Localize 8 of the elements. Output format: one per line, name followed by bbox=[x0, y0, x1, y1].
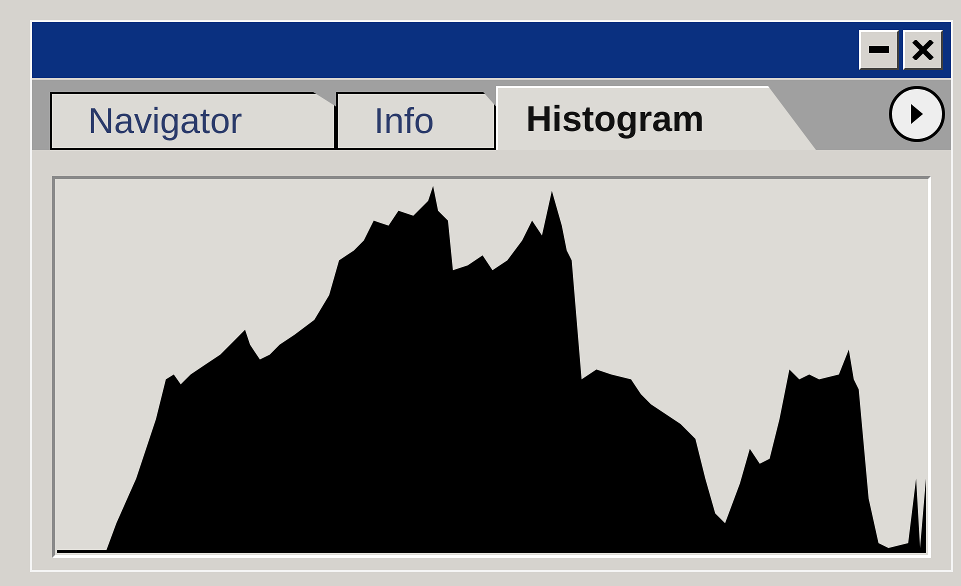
minimize-icon bbox=[869, 46, 889, 54]
close-icon bbox=[912, 40, 934, 60]
minimize-button[interactable] bbox=[859, 30, 899, 70]
tab[interactable]: Info bbox=[336, 92, 496, 150]
tab[interactable]: Navigator bbox=[50, 92, 336, 150]
tab[interactable]: Histogram bbox=[496, 86, 816, 150]
play-icon bbox=[909, 102, 925, 126]
close-button[interactable] bbox=[903, 30, 943, 70]
